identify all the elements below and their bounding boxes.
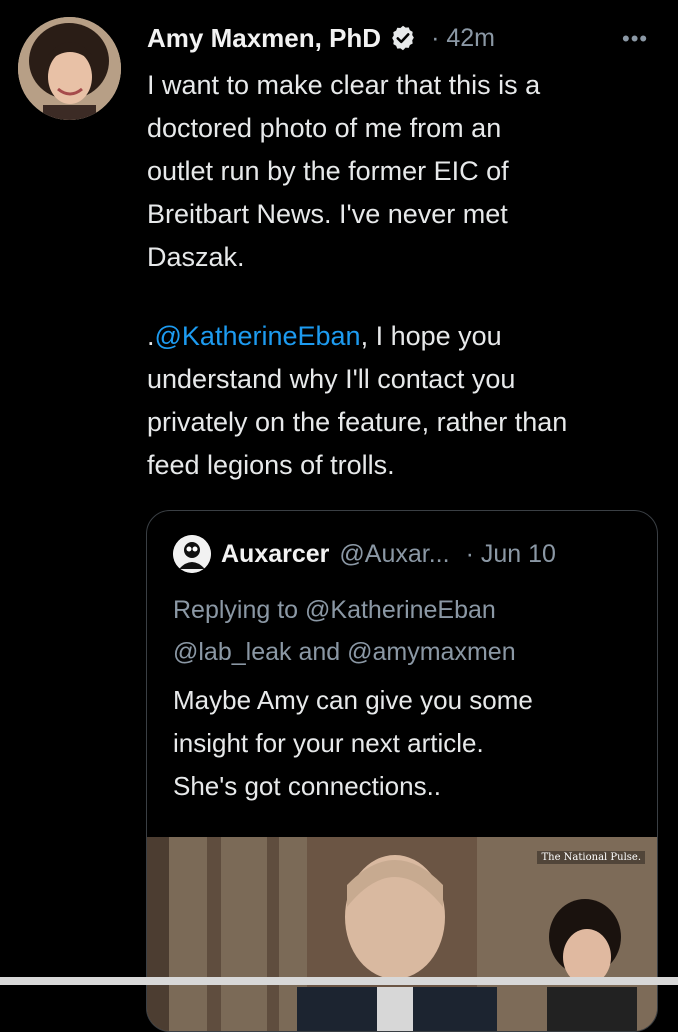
tweet-text-para1: I want to make clear that this is a doct…: [147, 70, 541, 272]
mention-link[interactable]: @KatherineEban: [155, 321, 361, 351]
reply-mention-katherineeban[interactable]: @KatherineEban: [305, 596, 496, 624]
quoted-tweet[interactable]: Auxarcer @Auxar... · Jun 10 Replying to …: [146, 510, 658, 1032]
more-icon[interactable]: •••: [622, 26, 648, 52]
quoted-avatar[interactable]: [173, 535, 211, 573]
quoted-date[interactable]: · Jun 10: [466, 540, 556, 569]
media-watermark: The National Pulse.: [537, 851, 645, 864]
quoted-name[interactable]: Auxarcer: [221, 540, 329, 569]
quoted-media-image[interactable]: The National Pulse.: [147, 837, 657, 1031]
verified-badge-icon: [389, 24, 417, 52]
replying-to-prefix: Replying to: [173, 596, 306, 624]
replying-and: and: [291, 638, 348, 666]
reply-mention-lab-leak[interactable]: @lab_leak: [173, 638, 292, 666]
tweet-time[interactable]: · 42m: [431, 24, 495, 53]
replying-to: Replying to @KatherineEban @lab_leak and …: [173, 589, 643, 673]
bottom-edge-strip: [0, 977, 678, 985]
quoted-text: Maybe Amy can give you some insight for …: [173, 685, 533, 801]
author-name[interactable]: Amy Maxmen, PhD: [147, 23, 381, 54]
para2-prefix: .: [147, 321, 155, 351]
reply-mention-amymaxmen[interactable]: @amymaxmen: [347, 638, 515, 666]
author-avatar[interactable]: [18, 17, 121, 120]
quoted-handle[interactable]: @Auxar...: [339, 540, 449, 569]
quoted-tweet-header: Auxarcer @Auxar... · Jun 10: [173, 535, 556, 573]
author-row: Amy Maxmen, PhD · 42m: [147, 20, 495, 56]
tweet-text-para2: .@KatherineEban, I hope you understand w…: [147, 315, 667, 487]
